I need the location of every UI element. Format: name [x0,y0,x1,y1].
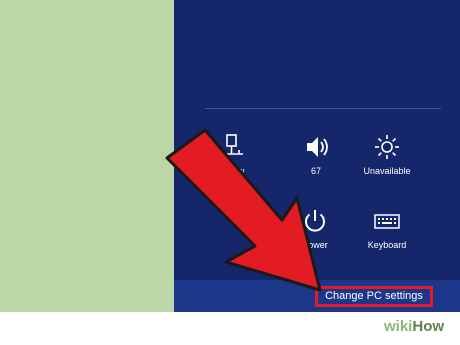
brightness-icon [375,135,399,159]
volume-label: 67 [310,166,321,176]
keyboard-icon [374,214,400,229]
power-tile[interactable]: Power [285,206,345,250]
network-tile[interactable]: Netw [204,132,264,176]
panel-divider [205,108,441,109]
change-pc-settings-highlight: Change PC settings [315,286,433,307]
notifications-tile[interactable] [204,206,264,240]
volume-tile[interactable]: 67 [286,132,346,176]
keyboard-label: Keyboard [367,240,407,250]
network-label: Netw [223,166,245,176]
wikihow-logo: wikiHow [384,318,445,335]
volume-icon [307,137,328,157]
network-icon [225,134,243,155]
brightness-tile[interactable]: Unavailable [357,132,417,176]
desktop-background [0,0,174,312]
settings-footer: Change PC settings [174,280,460,312]
settings-charm-panel: Netw 67 Unavailable Power Keyboard Chang… [174,0,460,312]
desktop: Netw 67 Unavailable Power Keyboard Chang… [0,0,460,345]
notifications-icon [204,206,264,236]
change-pc-settings-link[interactable]: Change PC settings [318,289,430,304]
keyboard-tile[interactable]: Keyboard [357,206,417,250]
brightness-label: Unavailable [363,166,411,176]
power-label: Power [302,240,328,250]
power-icon [305,210,325,232]
